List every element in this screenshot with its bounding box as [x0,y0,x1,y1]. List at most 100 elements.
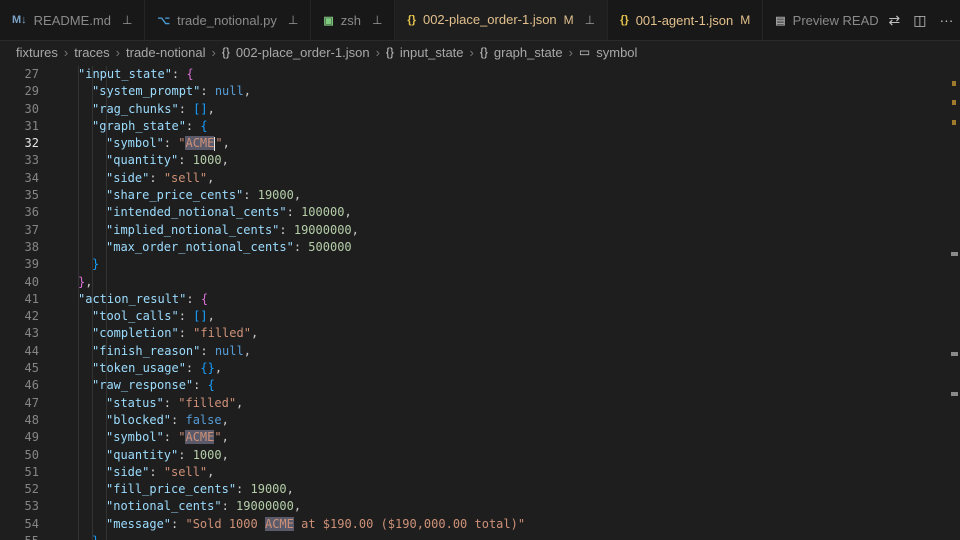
json-key: "notional_cents" [106,499,222,514]
punctuation: , [293,499,302,514]
code-line[interactable]: 41 "action_result": { [0,291,945,308]
code-line[interactable]: 52 "fill_price_cents": 19000, [0,481,945,498]
code-editor[interactable]: 27 "input_state": {29 "system_prompt": nul… [0,66,945,540]
code-line[interactable]: 47 "status": "filled", [0,395,945,412]
code-content: "tool_calls": [], [92,308,215,325]
punctuation: : [200,343,215,358]
json-string: " [215,136,223,151]
breadcrumb-item[interactable]: trade-notional [126,45,206,60]
code-line[interactable]: 44 "finish_reason": null, [0,343,945,360]
code-content: }, [78,274,92,291]
bracket: { [207,378,215,393]
punctuation: , [207,101,215,116]
split-editor-icon[interactable]: ◫ [913,12,926,29]
code-line[interactable]: 31 "graph_state": { [0,118,945,135]
breadcrumb-item[interactable]: traces [74,45,109,60]
markdown-icon: M↓ [12,14,27,26]
punctuation: : [163,430,179,445]
json-key: "rag_chunks" [92,101,179,116]
code-line[interactable]: 48 "blocked": false, [0,412,945,429]
punctuation: : [178,101,194,116]
punctuation: , [207,309,215,324]
json-number: 1000 [192,153,222,168]
breadcrumb-symbol[interactable]: symbol [596,45,637,60]
line-number: 52 [24,482,39,497]
punctuation: , [243,84,251,99]
pin-icon[interactable]: ⊥ [122,13,132,27]
json-braces-icon: {} [620,14,629,26]
code-line[interactable]: 35 "share_price_cents": 19000, [0,187,945,204]
tab-1[interactable]: ⌥ trade_notional.py ⊥ [145,0,312,40]
line-number: 41 [24,291,39,306]
more-actions-icon[interactable]: ··· [939,12,953,28]
line-number: 40 [24,274,39,289]
code-line[interactable]: 54 "message": "Sold 1000 ACME at $190.00 … [0,516,945,533]
code-line[interactable]: 42 "tool_calls": [], [0,308,945,325]
code-content: "notional_cents": 19000000, [106,498,301,515]
code-line[interactable]: 33 "quantity": 1000, [0,152,945,169]
breadcrumb-item[interactable]: graph_state [494,45,563,60]
breadcrumb-item[interactable]: fixtures [16,45,58,60]
code-content: "fill_price_cents": 19000, [106,481,294,498]
code-line[interactable]: 30 "rag_chunks": [], [0,101,945,118]
punctuation: , [207,464,215,479]
code-content: "symbol": "ACME", [106,429,229,446]
bracket: [] [193,309,208,324]
pin-icon[interactable]: ⊥ [288,13,298,27]
code-line[interactable]: 45 "token_usage": {}, [0,360,945,377]
code-line[interactable]: 36 "intended_notional_cents": 100000, [0,204,945,221]
search-highlight: ACME [185,430,215,445]
code-line[interactable]: 38 "max_order_notional_cents": 500000 [0,239,945,256]
overview-ruler[interactable] [945,66,960,540]
breadcrumb-item[interactable]: input_state [400,45,464,60]
code-line[interactable]: 50 "quantity": 1000, [0,447,945,464]
code-content: "symbol": "ACME", [106,135,230,152]
code-content: "quantity": 1000, [106,447,229,464]
python-icon: ⌥ [157,14,171,27]
code-line[interactable]: 37 "implied_notional_cents": 19000000, [0,222,945,239]
line-number: 31 [24,118,39,133]
tab-5[interactable]: ▤ Preview READ [763,0,892,40]
code-line[interactable]: 43 "completion": "filled", [0,325,945,342]
punctuation: : [186,291,201,306]
search-highlight: ACME [264,516,294,531]
tab-0[interactable]: M↓ README.md ⊥ [0,0,146,40]
overview-marker [951,352,958,356]
code-line[interactable]: 51 "side": "sell", [0,464,945,481]
json-braces-icon: {} [407,13,416,26]
code-line[interactable]: 46 "raw_response": { [0,377,945,394]
code-content: "quantity": 1000, [106,152,229,169]
tab-3[interactable]: {} 002-place_order-1.json M ⊥ [395,0,609,40]
modified-badge: M [563,12,574,27]
code-content: "side": "sell", [106,170,214,187]
code-line[interactable]: 32 "symbol": "ACME", [0,135,945,152]
json-key: "implied_notional_cents" [106,222,280,237]
code-line[interactable]: 34 "side": "sell", [0,170,945,187]
breadcrumb-file[interactable]: 002-place_order-1.json [236,45,370,60]
code-line[interactable]: 39} [0,256,945,273]
pin-icon[interactable]: ⊥ [372,13,382,27]
code-line[interactable]: 55} [0,533,945,540]
chevron-right-icon: › [568,44,573,60]
code-line[interactable]: 40}, [0,274,945,291]
line-number: 47 [24,395,39,410]
pin-icon[interactable]: ⊥ [585,13,595,27]
code-line[interactable]: 29 "system_prompt": null, [0,83,945,100]
code-content: "action_result": { [78,291,208,308]
tab-label: zsh [340,12,361,28]
code-line[interactable]: 49 "symbol": "ACME", [0,429,945,446]
punctuation: : [279,222,294,237]
tab-4[interactable]: {} 001-agent-1.json M [608,0,764,40]
overview-marker [951,392,958,396]
json-key: "graph_state" [92,118,186,133]
json-number: 19000 [257,188,294,203]
git-compare-icon[interactable]: ⇄ [889,12,901,29]
punctuation: , [207,170,215,185]
json-key: "completion" [92,326,179,341]
json-key: "system_prompt" [92,84,201,99]
code-line[interactable]: 27 "input_state": { [0,66,945,83]
code-line[interactable]: 53 "notional_cents": 19000000, [0,498,945,515]
tab-2[interactable]: ▣ zsh ⊥ [311,0,396,40]
code-content: "message": "Sold 1000 ACME at $190.00 ($… [106,516,525,533]
code-content: "token_usage": {}, [92,360,222,377]
